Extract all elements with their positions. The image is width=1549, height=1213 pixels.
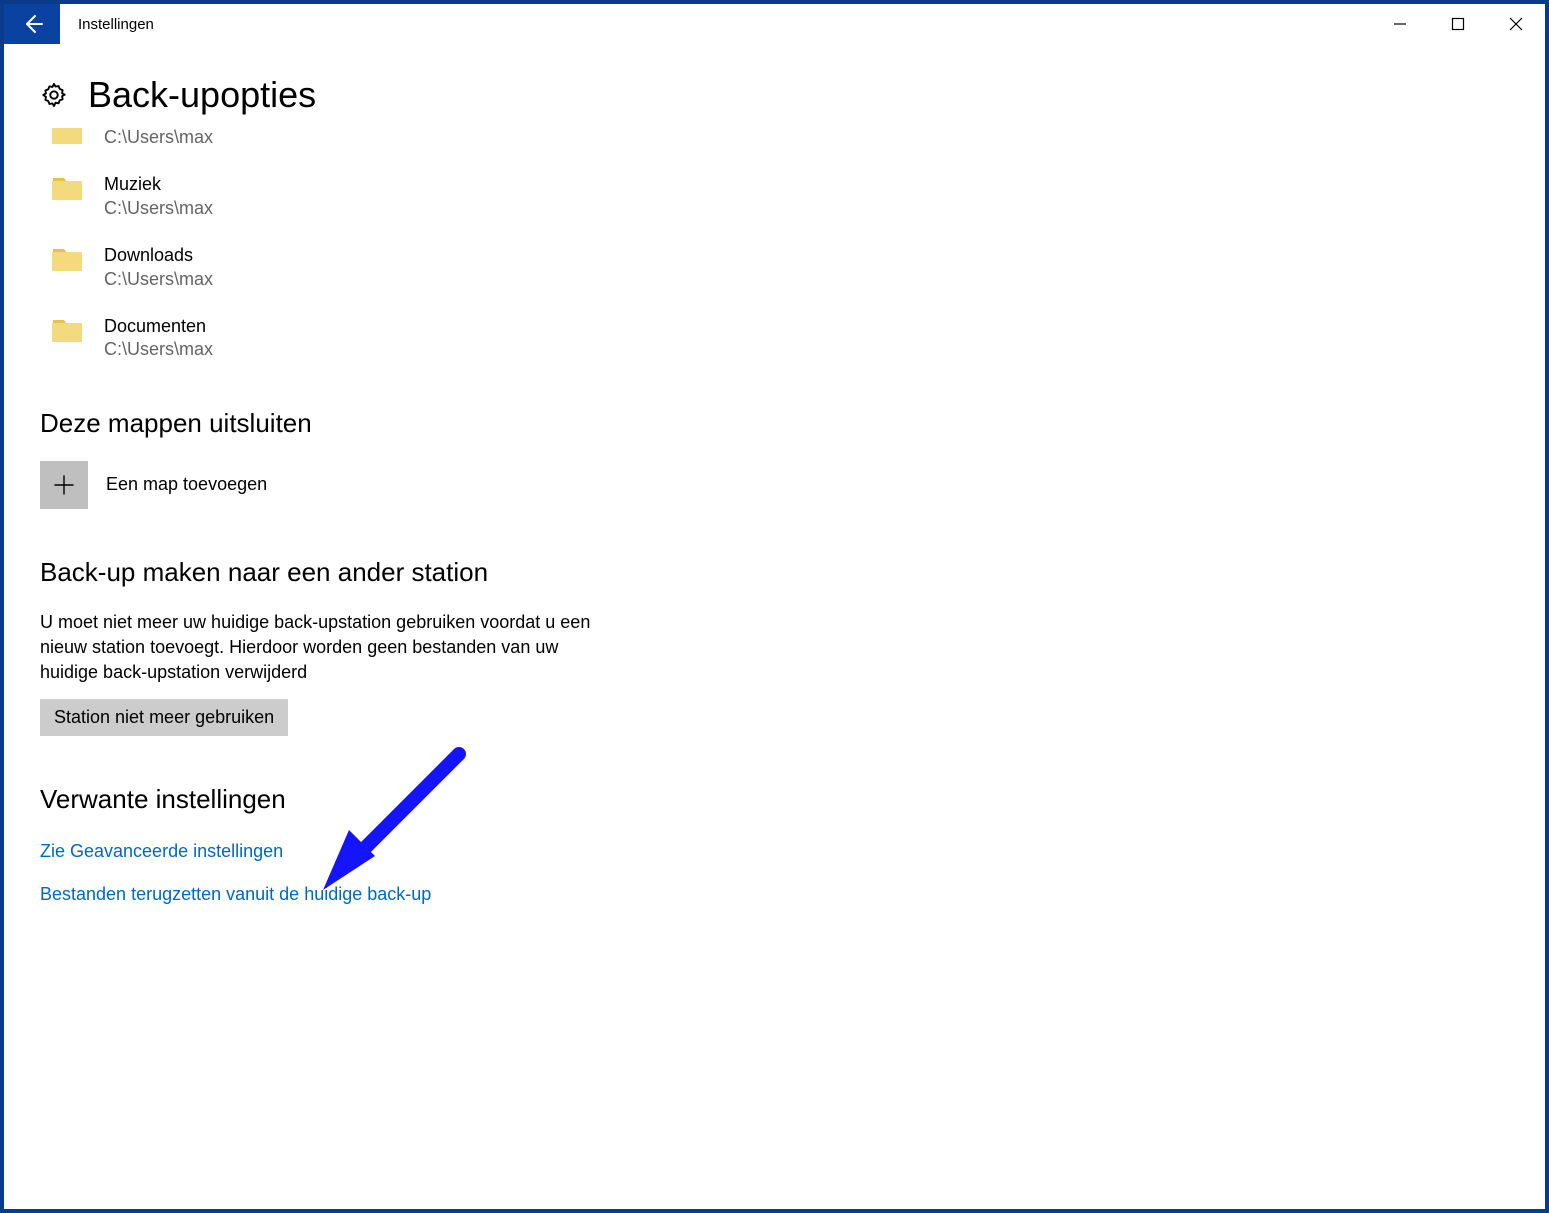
page-title: Back-upopties bbox=[88, 74, 316, 116]
folder-path: C:\Users\max bbox=[104, 126, 213, 149]
exclude-heading: Deze mappen uitsluiten bbox=[40, 408, 1509, 439]
folder-list: C:\Users\max Muziek C:\Users\max bbox=[52, 126, 1509, 380]
advanced-settings-link[interactable]: Zie Geavanceerde instellingen bbox=[40, 841, 1509, 862]
minimize-icon bbox=[1393, 17, 1407, 31]
folder-item[interactable]: Downloads C:\Users\max bbox=[52, 238, 1509, 309]
titlebar: Instellingen bbox=[4, 4, 1545, 44]
maximize-button[interactable] bbox=[1429, 4, 1487, 44]
folder-texts: Muziek C:\Users\max bbox=[104, 173, 213, 220]
folder-icon bbox=[52, 317, 82, 343]
folder-name: Downloads bbox=[104, 244, 213, 267]
folder-texts: Documenten C:\Users\max bbox=[104, 315, 213, 362]
folder-icon bbox=[52, 118, 82, 144]
add-folder-row[interactable]: Een map toevoegen bbox=[40, 461, 1509, 509]
folder-texts: C:\Users\max bbox=[104, 126, 213, 149]
close-icon bbox=[1509, 17, 1523, 31]
other-drive-description: U moet niet meer uw huidige back-upstati… bbox=[40, 610, 600, 686]
gear-icon bbox=[40, 81, 68, 109]
window-title: Instellingen bbox=[78, 16, 154, 33]
close-button[interactable] bbox=[1487, 4, 1545, 44]
minimize-button[interactable] bbox=[1371, 4, 1429, 44]
stop-using-drive-button[interactable]: Station niet meer gebruiken bbox=[40, 699, 288, 736]
window-controls bbox=[1371, 4, 1545, 44]
add-folder-label: Een map toevoegen bbox=[106, 474, 267, 495]
related-heading: Verwante instellingen bbox=[40, 784, 1509, 815]
page-header: Back-upopties bbox=[40, 74, 1509, 116]
related-section: Verwante instellingen Zie Geavanceerde i… bbox=[40, 784, 1509, 905]
folder-texts: Downloads C:\Users\max bbox=[104, 244, 213, 291]
other-drive-section: Back-up maken naar een ander station U m… bbox=[40, 557, 1509, 737]
add-folder-button[interactable] bbox=[40, 461, 88, 509]
folder-path: C:\Users\max bbox=[104, 268, 213, 291]
folder-item[interactable]: Muziek C:\Users\max bbox=[52, 167, 1509, 238]
folder-name: Muziek bbox=[104, 173, 213, 196]
folder-icon bbox=[52, 246, 82, 272]
folder-item[interactable]: C:\Users\max bbox=[52, 126, 1509, 167]
folder-item[interactable]: Documenten C:\Users\max bbox=[52, 309, 1509, 380]
folder-icon bbox=[52, 175, 82, 201]
back-button[interactable] bbox=[4, 4, 60, 44]
restore-files-link[interactable]: Bestanden terugzetten vanuit de huidige … bbox=[40, 884, 1509, 905]
folder-name: Documenten bbox=[104, 315, 213, 338]
other-drive-heading: Back-up maken naar een ander station bbox=[40, 557, 1509, 588]
arrow-left-icon bbox=[20, 12, 44, 36]
maximize-icon bbox=[1451, 17, 1465, 31]
folder-path: C:\Users\max bbox=[104, 197, 213, 220]
plus-icon bbox=[52, 473, 76, 497]
folder-path: C:\Users\max bbox=[104, 338, 213, 361]
content-area: Back-upopties C:\Users\max Muziek bbox=[4, 44, 1545, 1209]
